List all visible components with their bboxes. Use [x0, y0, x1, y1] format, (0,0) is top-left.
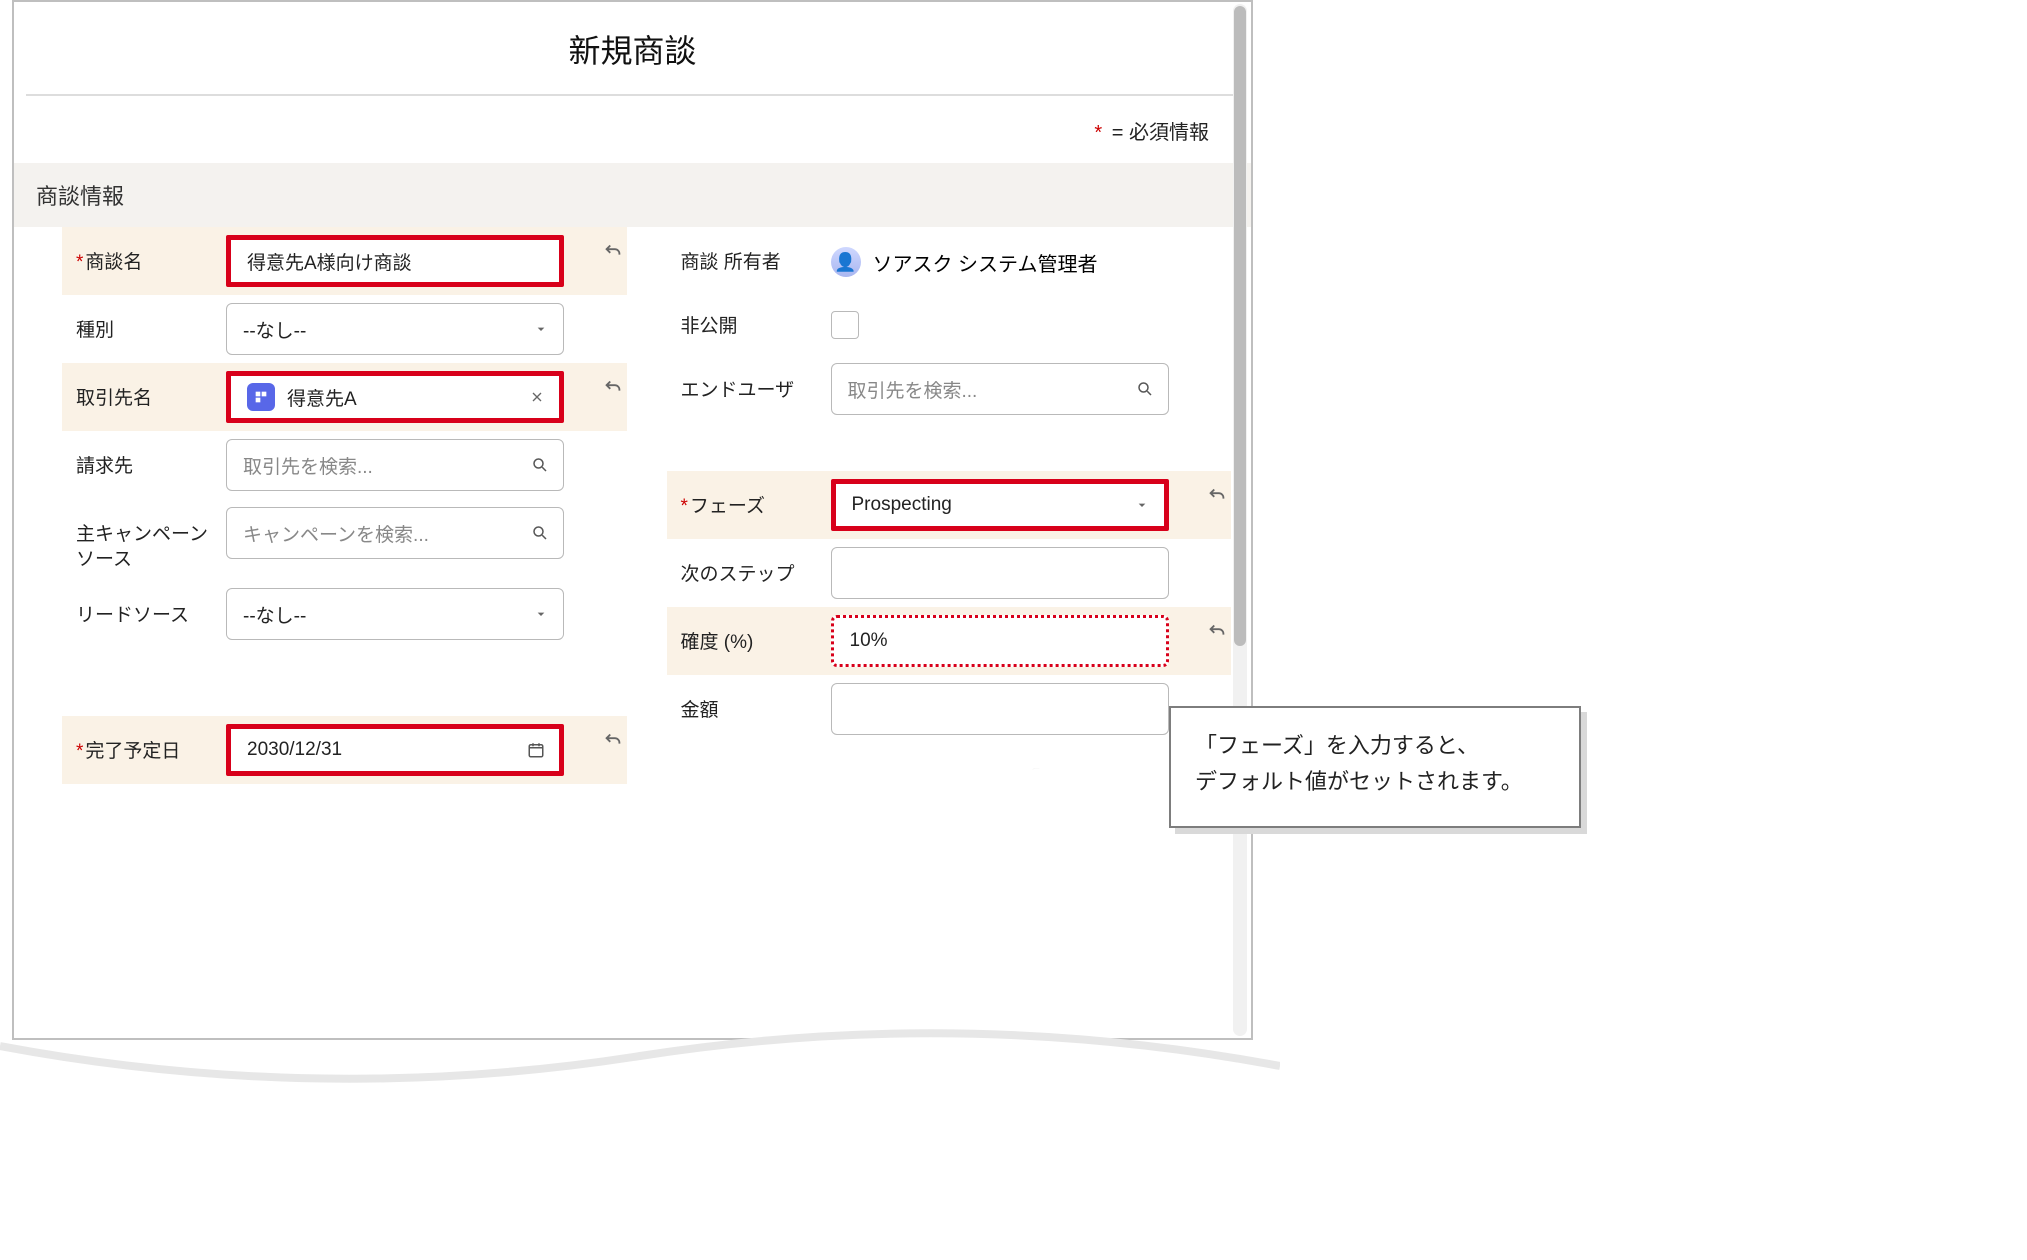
callout-line-2: デフォルト値がセットされます。 — [1195, 764, 1555, 800]
account-icon — [247, 383, 275, 411]
chevron-down-icon — [533, 606, 549, 622]
type-select[interactable]: --なし-- — [226, 303, 564, 355]
undo-icon[interactable] — [1203, 481, 1231, 509]
field-opportunity-name: *商談名 得意先A様向け商談 — [62, 227, 627, 295]
chevron-down-icon — [1134, 497, 1150, 513]
label-private: 非公開 — [667, 299, 831, 340]
owner-name: ソアスク システム管理者 — [873, 248, 1098, 277]
account-lookup[interactable]: 得意先A — [226, 371, 564, 423]
amount-input[interactable] — [831, 683, 1169, 735]
field-private: 非公開 — [667, 291, 1232, 355]
undo-icon[interactable] — [599, 237, 627, 265]
field-type: 種別 --なし-- — [62, 295, 627, 363]
undo-icon[interactable] — [599, 726, 627, 754]
field-close-date: *完了予定日 2030/12/31 — [62, 716, 627, 784]
field-owner: 商談 所有者 👤 ソアスク システム管理者 — [667, 227, 1232, 291]
label-owner: 商談 所有者 — [667, 235, 831, 276]
field-probability: 確度 (%) 10% — [667, 607, 1232, 675]
scrollbar[interactable] — [1233, 4, 1247, 1036]
search-icon — [531, 456, 549, 474]
asterisk-icon: * — [1094, 122, 1102, 144]
field-end-user: エンドユーザ 取引先を検索... — [667, 355, 1232, 423]
label-opportunity-name: 商談名 — [85, 252, 142, 273]
label-lead-source: リードソース — [62, 588, 226, 629]
field-account-name: 取引先名 得意先A — [62, 363, 627, 431]
next-step-input[interactable] — [831, 547, 1169, 599]
search-icon — [1136, 380, 1154, 398]
field-phase: *フェーズ Prospecting — [667, 471, 1232, 539]
dialog-title: 新規商談 — [14, 2, 1251, 94]
calendar-icon[interactable] — [527, 741, 545, 759]
label-end-user: エンドユーザ — [667, 363, 831, 404]
field-campaign-source: 主キャンペーンソース キャンペーンを検索... — [62, 499, 627, 580]
billing-lookup[interactable]: 取引先を検索... — [226, 439, 564, 491]
asterisk-icon: * — [76, 741, 83, 762]
required-note-text: = 必須情報 — [1112, 122, 1209, 144]
opportunity-name-input[interactable]: 得意先A様向け商談 — [226, 235, 564, 287]
close-date-input[interactable]: 2030/12/31 — [226, 724, 564, 776]
field-amount: 金額 — [667, 675, 1232, 743]
field-lead-source: リードソース --なし-- — [62, 580, 627, 648]
undo-icon[interactable] — [1203, 617, 1231, 645]
label-amount: 金額 — [667, 683, 831, 724]
field-next-step: 次のステップ — [667, 539, 1232, 607]
phase-select[interactable]: Prospecting — [831, 479, 1169, 531]
asterisk-icon: * — [76, 252, 83, 273]
private-checkbox[interactable] — [831, 311, 859, 339]
label-close-date: 完了予定日 — [85, 741, 180, 762]
new-opportunity-dialog: 新規商談 * = 必須情報 商談情報 *商談名 得意先A様向け商談 種別 — [12, 0, 1253, 1040]
probability-input[interactable]: 10% — [831, 615, 1169, 667]
label-probability: 確度 (%) — [667, 615, 831, 656]
undo-icon[interactable] — [599, 373, 627, 401]
label-account-name: 取引先名 — [62, 371, 226, 412]
section-header: 商談情報 — [14, 163, 1251, 227]
asterisk-icon: * — [681, 496, 688, 517]
close-icon[interactable] — [529, 389, 545, 405]
label-campaign-source: 主キャンペーンソース — [62, 507, 226, 572]
chevron-down-icon — [533, 321, 549, 337]
avatar: 👤 — [831, 247, 861, 277]
campaign-lookup[interactable]: キャンペーンを検索... — [226, 507, 564, 559]
search-icon — [531, 524, 549, 542]
end-user-lookup[interactable]: 取引先を検索... — [831, 363, 1169, 415]
scrollbar-thumb[interactable] — [1234, 6, 1246, 646]
label-next-step: 次のステップ — [667, 547, 831, 588]
label-billing: 請求先 — [62, 439, 226, 480]
required-note: * = 必須情報 — [14, 96, 1251, 145]
label-phase: フェーズ — [690, 496, 765, 517]
field-billing: 請求先 取引先を検索... — [62, 431, 627, 499]
lead-source-select[interactable]: --なし-- — [226, 588, 564, 640]
label-type: 種別 — [62, 303, 226, 344]
callout: 「フェーズ」を入力すると、 デフォルト値がセットされます。 — [1169, 706, 1581, 828]
callout-line-1: 「フェーズ」を入力すると、 — [1195, 728, 1555, 764]
